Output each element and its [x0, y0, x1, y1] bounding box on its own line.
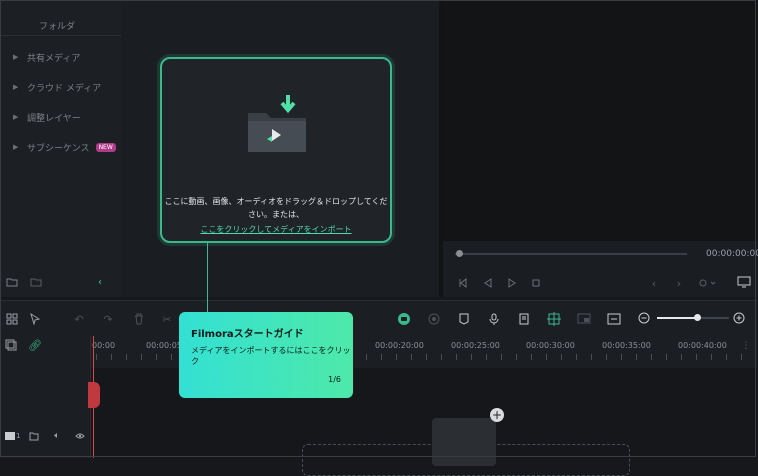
zoom-out-icon[interactable]: [637, 311, 651, 325]
chevron-right-icon: ▶: [13, 143, 19, 151]
fullscreen-monitor-icon[interactable]: [736, 275, 752, 289]
zoom-slider-handle[interactable]: [694, 314, 701, 321]
folder-track-icon[interactable]: [28, 430, 40, 442]
scrubber-handle[interactable]: [456, 250, 463, 257]
import-instruction: ここに動画、画像、オーディオをドラッグ＆ドロップしてください。または、: [164, 197, 388, 219]
select-cursor-icon[interactable]: [27, 312, 43, 326]
track-number: 1: [16, 432, 21, 440]
guide-page-indicator: 1/6: [328, 375, 341, 384]
collapse-panel-icon[interactable]: ‹: [94, 276, 106, 288]
sidebar-item-label: クラウド メディア: [27, 83, 102, 94]
sidebar-item-label: 共有メディア: [27, 53, 81, 64]
play-reverse-icon[interactable]: [481, 276, 495, 290]
ruler-tick-label: 00:00:20:00: [375, 341, 424, 350]
guide-body: メディアをインポートするにはここをクリック: [191, 346, 351, 366]
ruler-tick-label: 00:00:25:00: [451, 341, 500, 350]
audio-text-icon[interactable]: [517, 312, 531, 326]
import-media-link[interactable]: ここをクリックしてメディアをインポート: [162, 224, 390, 235]
volume-icon[interactable]: 🔈︎: [51, 430, 63, 442]
more-icon[interactable]: ⋮: [740, 340, 752, 352]
chevron-right-icon: ▶: [13, 53, 19, 61]
media-sidebar: フォルダ ▶ 共有メディア ▶ クラウド メディア ▶ 調整レイヤー ▶ サブシ…: [1, 1, 121, 297]
redo-icon[interactable]: ↷: [101, 312, 115, 326]
layout-grid-icon[interactable]: [5, 312, 19, 326]
auto-enhance-icon[interactable]: [606, 312, 622, 326]
preview-timecode: 00:00:00:00: [706, 249, 758, 259]
ruler-tick-label: 00:00: [92, 341, 116, 350]
previous-frame-icon[interactable]: [456, 276, 470, 290]
add-media-plus-icon[interactable]: +: [490, 408, 504, 422]
folder-label: フォルダ: [39, 22, 76, 32]
stop-icon[interactable]: [529, 276, 543, 290]
preview-screen: [443, 1, 757, 241]
picture-in-picture-icon[interactable]: [576, 312, 592, 326]
undo-icon[interactable]: ↶: [72, 312, 86, 326]
video-track-icon: [3, 430, 17, 442]
sidebar-item-shared-media[interactable]: ▶ 共有メディア: [1, 45, 121, 69]
zoom-in-icon[interactable]: [732, 311, 746, 325]
new-badge: NEW: [95, 142, 116, 152]
chevron-right-icon: ▶: [13, 113, 19, 121]
guide-title: Filmoraスタートガイド: [191, 329, 304, 340]
zoom-slider-fill: [657, 317, 697, 319]
chevron-right-icon: ▶: [13, 83, 19, 91]
ruler-tick-label: 00:00:35:00: [602, 341, 651, 350]
sidebar-item-label: 調整レイヤー: [27, 113, 81, 124]
microphone-icon[interactable]: [487, 312, 501, 326]
link-icon[interactable]: 🔗︎: [28, 338, 42, 352]
ai-tool-icon[interactable]: [396, 311, 412, 327]
new-folder-icon[interactable]: [5, 275, 19, 289]
sidebar-item-adjustment-layer[interactable]: ▶ 調整レイヤー: [1, 105, 121, 129]
guide-connector-line: [207, 243, 208, 313]
add-track-icon[interactable]: [4, 338, 18, 352]
delete-icon[interactable]: [132, 312, 146, 326]
import-folder-icon: [242, 91, 312, 161]
start-guide-tooltip[interactable]: Filmoraスタートガイド メディアをインポートするにはここをクリック 1/6: [179, 312, 353, 398]
sidebar-item-label: サブシーケンス: [27, 143, 90, 154]
divider: [1, 35, 121, 36]
ruler-tick-label: 00:00:30:00: [526, 341, 575, 350]
sidebar-item-subsequence[interactable]: ▶ サブシーケンス NEW: [1, 135, 121, 159]
marker-icon[interactable]: [457, 312, 471, 326]
sidebar-item-cloud-media[interactable]: ▶ クラウド メディア: [1, 75, 121, 99]
import-drop-zone[interactable]: ここに動画、画像、オーディオをドラッグ＆ドロップしてください。または、 ここをク…: [160, 57, 392, 243]
ai-smart-cutout-icon[interactable]: [546, 311, 562, 327]
mark-out-icon[interactable]: ›: [673, 276, 685, 290]
mark-in-icon[interactable]: ‹: [648, 276, 660, 290]
playhead-handle[interactable]: [88, 382, 100, 408]
preview-scrubber[interactable]: [455, 253, 687, 255]
folder-icon[interactable]: [29, 275, 43, 289]
ruler-tick-label: 00:00:40:00: [678, 341, 727, 350]
auto-reframe-icon[interactable]: [427, 312, 441, 326]
cut-icon[interactable]: ✂: [160, 312, 174, 326]
play-icon[interactable]: [505, 276, 519, 290]
render-quality-icon[interactable]: [697, 276, 719, 290]
visibility-eye-icon[interactable]: [74, 430, 86, 442]
